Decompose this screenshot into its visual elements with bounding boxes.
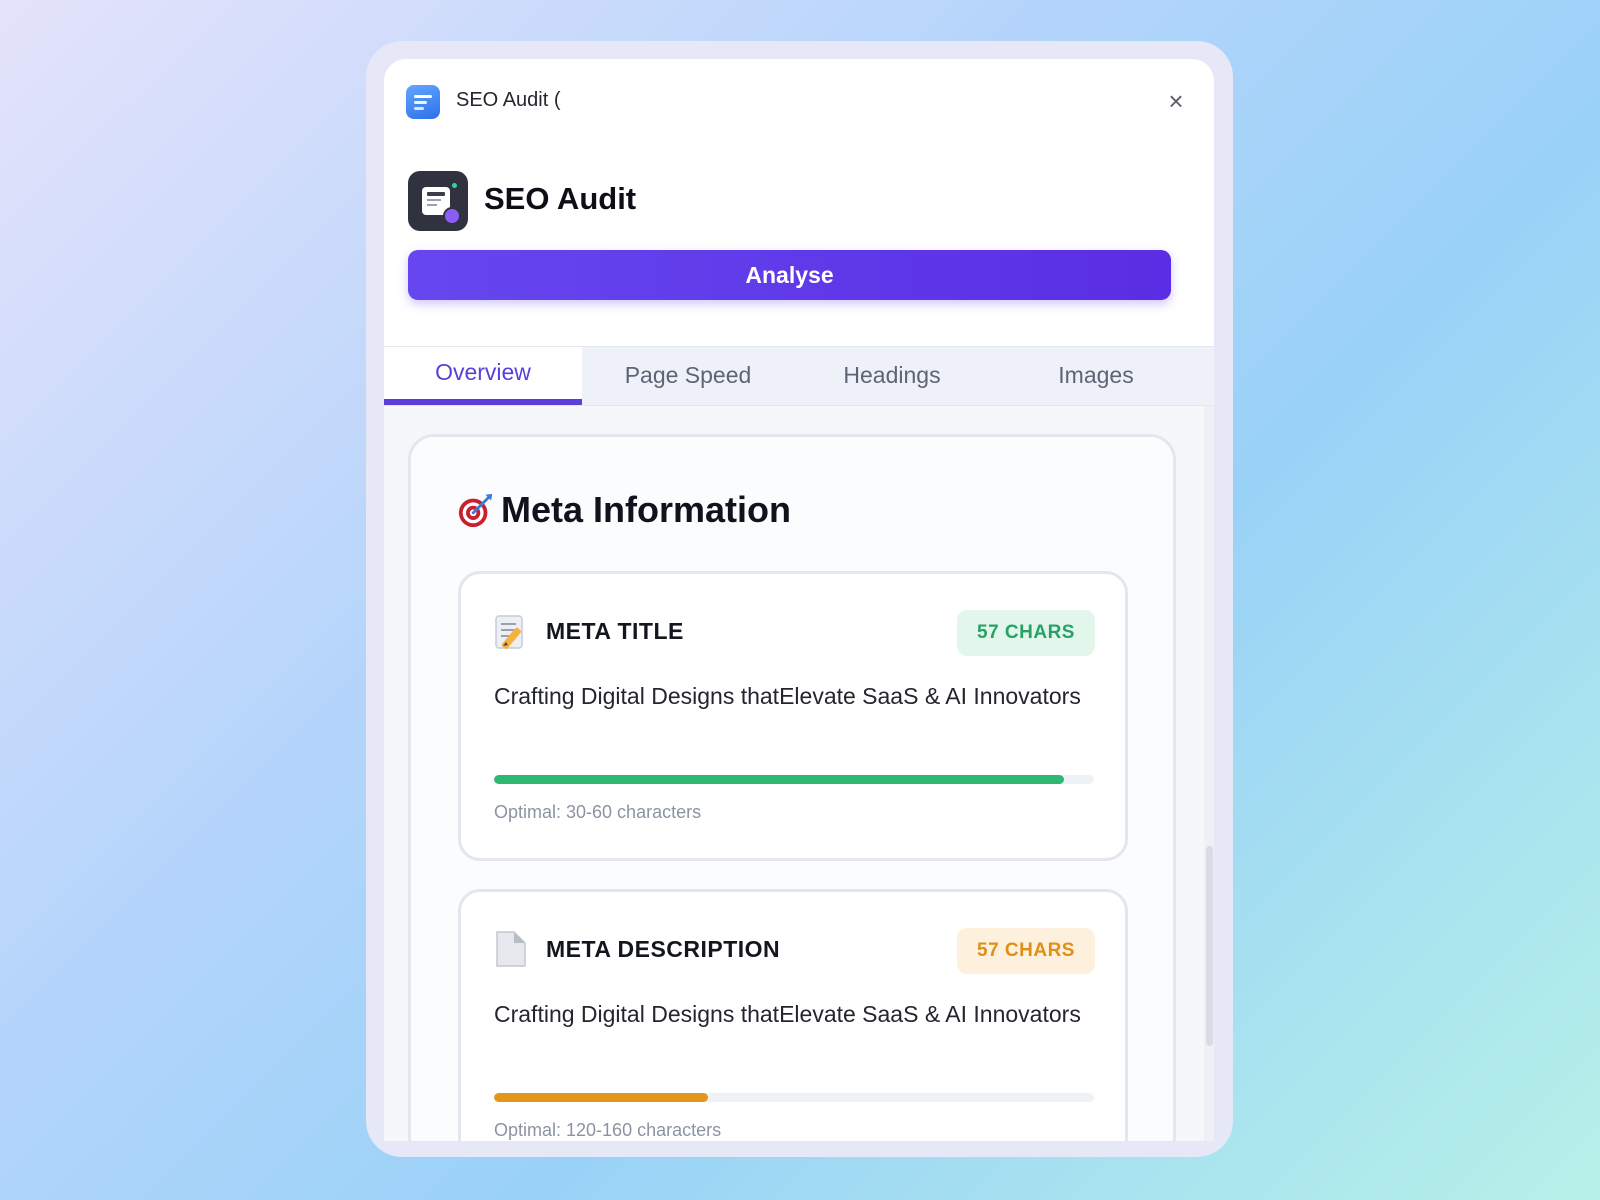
extension-window: SEO Audit ( × SEO Audit Analyse Overview… [384, 59, 1214, 1141]
scrollbar-thumb[interactable] [1206, 846, 1213, 1046]
app-small-icon [406, 85, 440, 119]
overview-panel: Meta Information META TITLE 57 CHARS Cra… [384, 406, 1214, 1141]
seo-audit-app-icon [408, 171, 468, 231]
meta-description-progress-fill [494, 1093, 709, 1102]
tab-images[interactable]: Images [990, 347, 1202, 405]
target-icon [458, 493, 493, 528]
meta-description-label: META DESCRIPTION [546, 936, 781, 962]
tab-overview[interactable]: Overview [384, 347, 582, 405]
meta-title-char-badge: 57 CHARS [957, 610, 1095, 656]
meta-description-optimal: Optimal: 120-160 characters [494, 1120, 722, 1140]
analyse-button[interactable]: Analyse [408, 250, 1171, 300]
meta-description-char-badge: 57 CHARS [957, 928, 1095, 974]
meta-title-text: Crafting Digital Designs thatElevate Saa… [494, 683, 1081, 709]
section-heading-text: Meta Information [501, 489, 792, 530]
meta-description-progress [494, 1093, 1094, 1102]
tab-bar: Overview Page Speed Headings Images [384, 346, 1214, 406]
tab-page-speed[interactable]: Page Speed [582, 347, 794, 405]
section-heading: Meta Information [457, 489, 791, 531]
meta-description-box: META DESCRIPTION 57 CHARS Crafting Digit… [458, 889, 1128, 1141]
meta-title-label: META TITLE [546, 618, 684, 644]
close-icon[interactable]: × [1162, 87, 1190, 115]
meta-description-text: Crafting Digital Designs thatElevate Saa… [494, 1001, 1081, 1027]
title-bar: SEO Audit ( × [384, 59, 1214, 143]
document-icon [496, 931, 526, 967]
meta-title-box: META TITLE 57 CHARS Crafting Digital Des… [458, 571, 1128, 861]
tab-headings[interactable]: Headings [794, 347, 990, 405]
meta-title-progress-fill [494, 775, 1064, 784]
memo-icon [495, 615, 523, 649]
meta-information-card: Meta Information META TITLE 57 CHARS Cra… [408, 434, 1176, 1141]
meta-title-optimal: Optimal: 30-60 characters [494, 802, 702, 822]
meta-title-progress [494, 775, 1094, 784]
window-title: SEO Audit ( [456, 89, 561, 111]
app-title: SEO Audit [484, 181, 637, 216]
